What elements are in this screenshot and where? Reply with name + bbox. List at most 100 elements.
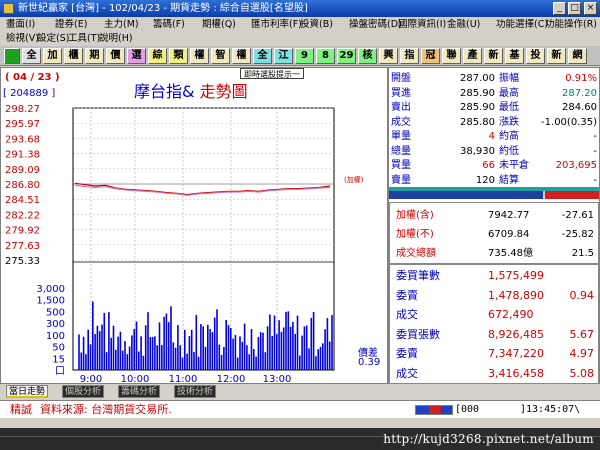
menu-item[interactable]: 功能選擇(C) (496, 18, 548, 32)
toolbar-button[interactable]: 聯 (442, 48, 461, 64)
index-change: -27.61 (561, 210, 594, 221)
quote-value: 4 (488, 131, 495, 142)
index-label: 加權(不) (396, 229, 434, 240)
menu-item[interactable]: 工具(T) (68, 32, 100, 46)
toolbar-button[interactable]: 江 (274, 48, 293, 64)
index-row: 加權(不) 6709.84 -25.82 (396, 228, 594, 241)
title-bar[interactable]: 新世紀贏家 [台灣] - 102/04/23 - 期貨走勢 : 綜合自選股[名望… (0, 0, 600, 17)
weighted-label: (加權) (344, 176, 364, 184)
quote-row: 買進 285.90 (391, 87, 495, 100)
menu-item[interactable]: 操盤密碼(D) (349, 18, 402, 32)
toolbar-button[interactable]: 8 (316, 48, 335, 64)
order-value: 1,575,499 (488, 269, 544, 282)
menu-item[interactable]: 國際資訊(I) (398, 18, 446, 32)
order-row: 委賣 7,347,220 4.97 (396, 347, 594, 360)
volume-tick-label: 100 (46, 331, 65, 342)
quote-panel: 開盤 287.00 買進 285.90 賣出 285.90 成交 285.80 單量 4 總量 38,… (388, 67, 600, 384)
toolbar-button[interactable]: 智 (211, 48, 230, 64)
menu-item[interactable]: 功能操作(R) (545, 18, 597, 32)
chart-title: 摩台指& 走勢圖 (134, 78, 248, 102)
quote-label: 買進 (391, 87, 411, 99)
quote-row: 賣量 120 (391, 174, 495, 187)
menu-item[interactable]: 說明(H) (99, 32, 133, 46)
toolbar-button[interactable]: 冠 (421, 48, 440, 64)
quote-label: 買量 (391, 160, 411, 171)
menu-item[interactable]: 期權(Q) (202, 18, 236, 32)
toolbar-button[interactable]: 期 (85, 48, 104, 64)
view-tab[interactable]: 籌碼分析 (118, 385, 161, 398)
watermark-url: http://kujd3268.pixnet.net/album (383, 432, 594, 446)
quote-value: -1.00(0.35) (541, 116, 597, 128)
maximize-icon[interactable]: □ (568, 2, 581, 15)
quote-label: 賣出 (391, 102, 411, 113)
toolbar-button[interactable]: 櫃 (64, 48, 83, 64)
price-tick-label: 279.92 (5, 226, 40, 237)
volume-readout: [ 204889 ] (3, 88, 56, 99)
order-row: 成交 672,490 (396, 308, 594, 321)
close-icon[interactable]: × (584, 2, 597, 15)
toolbar-button[interactable]: 類 (169, 48, 188, 64)
green-arrow-icon[interactable] (4, 48, 20, 64)
quote-label: 結算 (499, 174, 519, 186)
index-value: 735.48億 (488, 248, 533, 259)
quote-row: 約高 - (499, 130, 597, 143)
volume-tick-label: 50 (52, 343, 65, 354)
toolbar-button[interactable]: 9 (295, 48, 314, 64)
index-row: 成交總額 735.48億 21.5 (396, 247, 594, 260)
toolbar-button[interactable]: 價 (106, 48, 125, 64)
quote-row: 最低 284.60 (499, 101, 597, 114)
index-value: 7942.77 (488, 210, 530, 221)
toolbar-button[interactable]: 全 (22, 48, 41, 64)
quote-label: 未平倉 (499, 160, 529, 171)
order-label: 成交 (396, 308, 418, 321)
price-tick-label: 291.38 (5, 150, 40, 161)
menu-item[interactable]: 檢視(V) (6, 32, 39, 46)
alert-popup[interactable]: 即時選股提示一 (240, 68, 304, 79)
menu-item[interactable]: 主力(M) (104, 18, 139, 32)
menu-item[interactable]: 設定(S) (37, 32, 69, 46)
view-tab[interactable]: 技術分析 (174, 385, 217, 398)
menu-item[interactable]: 匯市利率(F) (251, 18, 302, 32)
quote-row: 成交 285.80 (391, 116, 495, 129)
toolbar-button[interactable]: 網 (568, 48, 587, 64)
order-label: 成交 (396, 366, 418, 380)
time-tick-label: 10:00 (121, 374, 150, 383)
view-tab[interactable]: 當日走勢 (6, 385, 49, 398)
quote-row: 總量 38,930 (391, 145, 495, 158)
toolbar-button[interactable]: 產 (463, 48, 482, 64)
toolbar-button[interactable]: 權 (232, 48, 251, 64)
toolbar-button[interactable]: 興 (379, 48, 398, 64)
spread-value: 0.39 (358, 357, 381, 368)
order-value: 7,347,220 (488, 347, 544, 360)
menu-item[interactable]: 畫面(I) (6, 18, 35, 32)
menu-item[interactable]: 投資(B) (300, 18, 333, 32)
menu-item[interactable]: 金融(U) (447, 18, 480, 32)
toolbar-button[interactable]: 新 (484, 48, 503, 64)
toolbar-button[interactable]: 投 (526, 48, 545, 64)
chart-date: ( 04 / 23 ) (5, 72, 60, 83)
minimize-icon[interactable]: _ (553, 2, 566, 15)
quote-label: 約低 (499, 145, 519, 157)
toolbar-button[interactable]: 選 (127, 48, 146, 64)
toolbar-button[interactable]: 加 (43, 48, 62, 64)
toolbar-button[interactable]: 綜 (148, 48, 167, 64)
price-tick-label: 277.63 (5, 241, 40, 252)
toolbar-button[interactable]: 指 (400, 48, 419, 64)
quote-value: 66 (482, 160, 495, 171)
quote-value: 285.90 (460, 102, 495, 113)
quote-value: 203,695 (555, 160, 597, 171)
toolbar-button[interactable]: 基 (505, 48, 524, 64)
signal-indicator (415, 405, 453, 415)
chart-title-symbol: 摩台指& (134, 82, 195, 101)
toolbar-button[interactable]: 全 (253, 48, 272, 64)
quote-row: 買量 66 (391, 159, 495, 172)
order-change: 4.97 (569, 347, 595, 360)
view-tab[interactable]: 個股分析 (62, 385, 105, 398)
quote-label: 最低 (499, 102, 519, 113)
menu-item[interactable]: 籌碼(F) (153, 18, 185, 32)
toolbar-button[interactable]: 29 (337, 48, 356, 64)
toolbar-button[interactable]: 新 (547, 48, 566, 64)
toolbar-button[interactable]: 核 (358, 48, 377, 64)
menu-item[interactable]: 證券(E) (55, 18, 87, 32)
toolbar-button[interactable]: 權 (190, 48, 209, 64)
